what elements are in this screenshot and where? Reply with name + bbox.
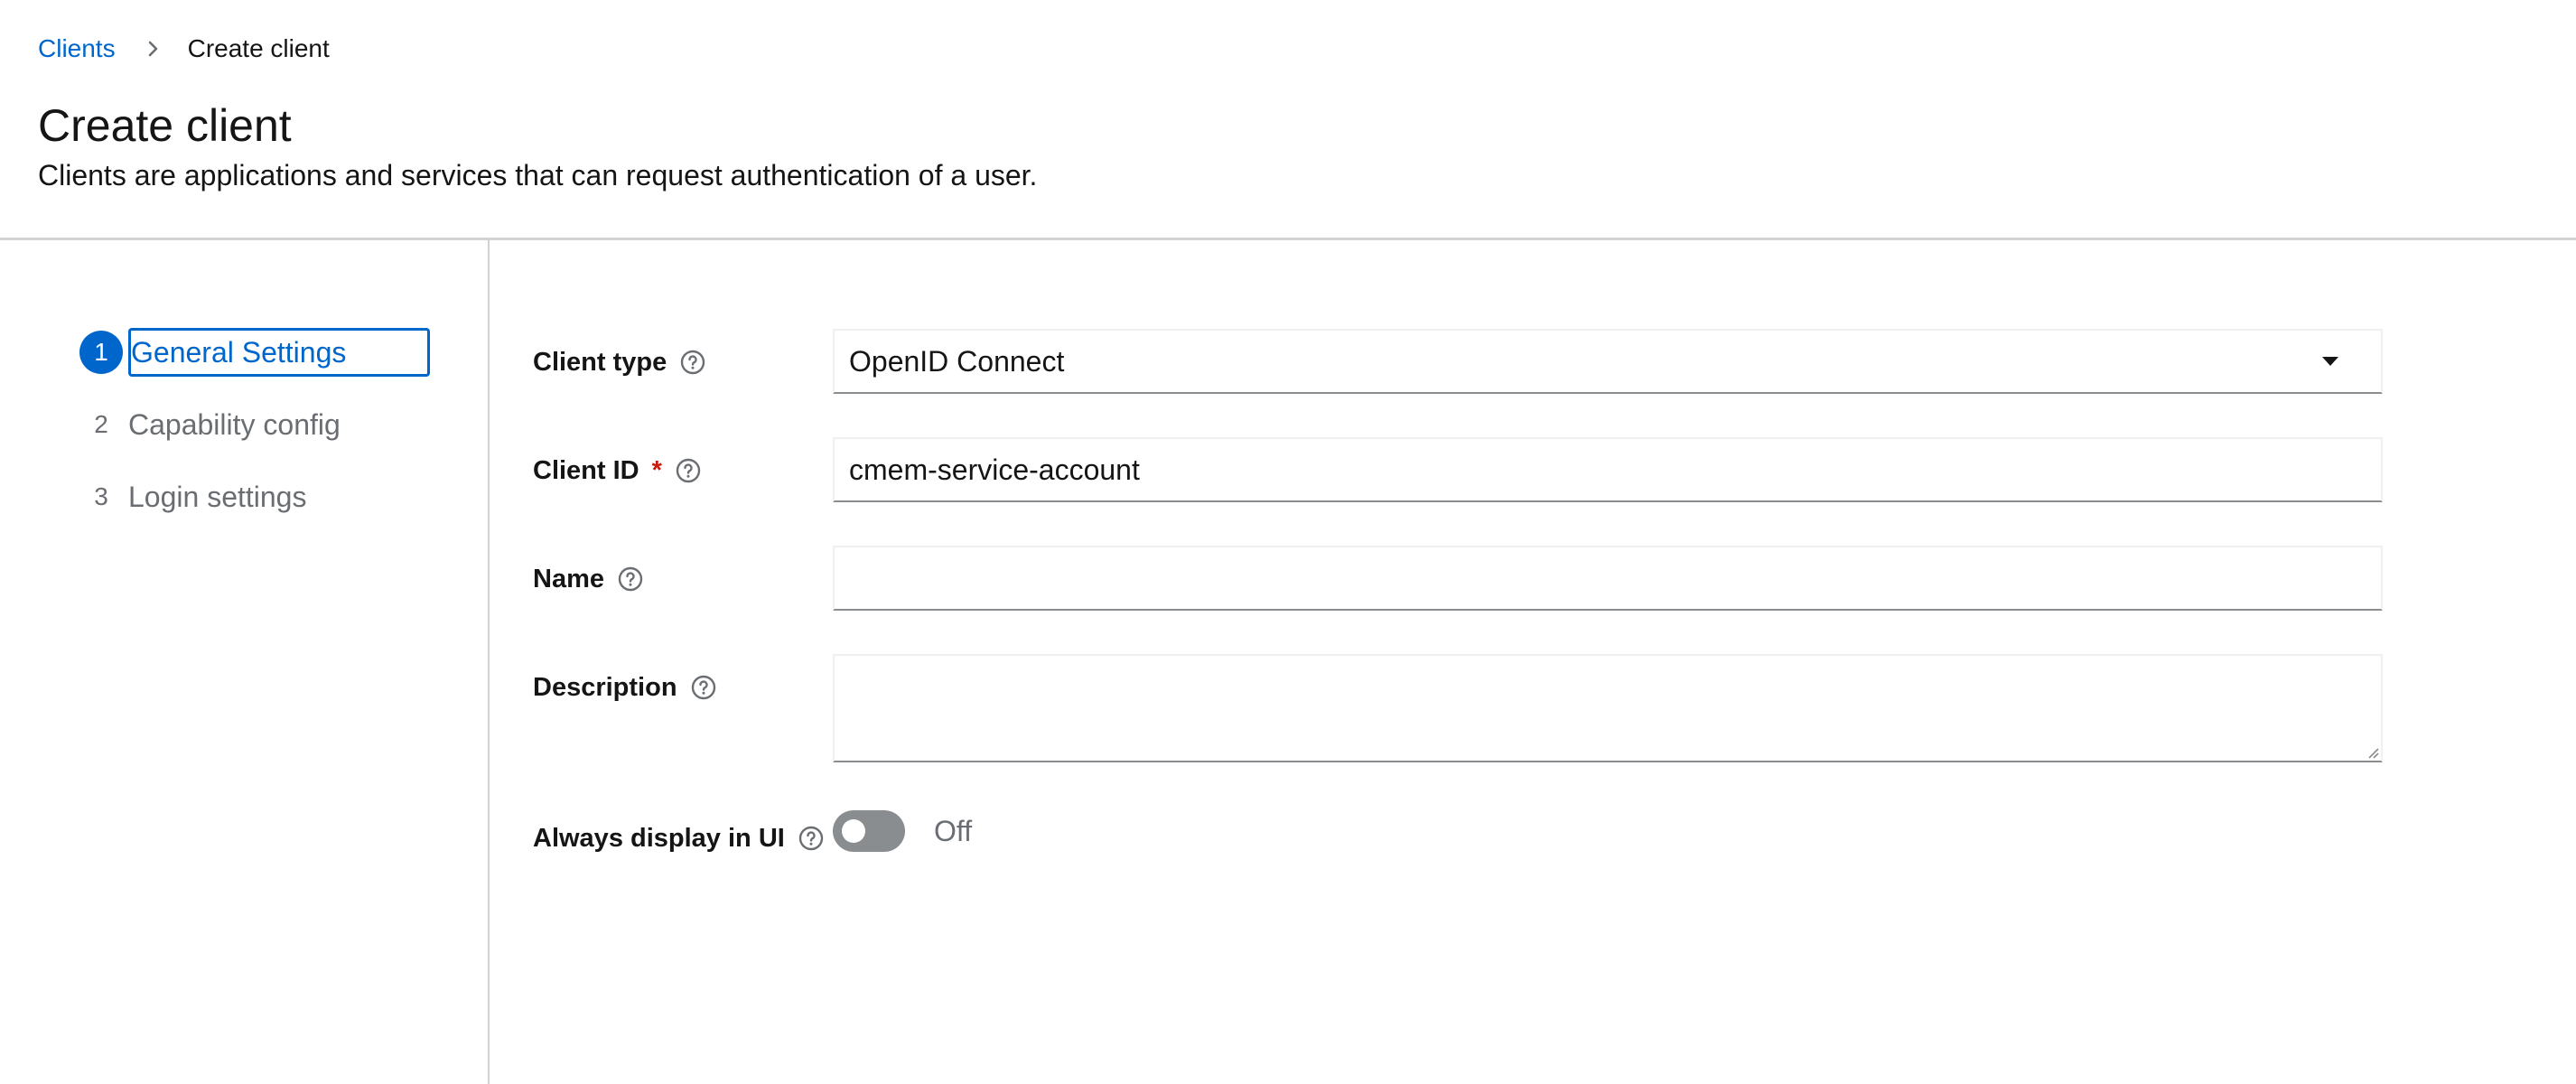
client-id-label: Client ID * <box>533 451 702 491</box>
question-circle-icon[interactable] <box>617 565 644 593</box>
always-display-label-text: Always display in UI <box>533 823 785 853</box>
resize-handle-icon[interactable] <box>2365 744 2379 759</box>
page-description: Clients are applications and services th… <box>38 159 1038 192</box>
toggle-state-text: Off <box>934 814 973 847</box>
chevron-right-icon <box>139 35 166 62</box>
general-settings-form: Client type OpenID Connect Client ID * N… <box>533 240 2385 1084</box>
client-type-value: OpenID Connect <box>849 344 1065 378</box>
wizard-step-label: Login settings <box>128 480 307 513</box>
description-textarea[interactable] <box>835 656 2381 761</box>
wizard-step-capability-config[interactable]: 2 Capability config <box>79 399 346 450</box>
description-field[interactable] <box>833 654 2383 762</box>
question-circle-icon[interactable] <box>679 349 706 376</box>
required-marker: * <box>651 455 662 485</box>
client-id-field[interactable] <box>833 437 2383 502</box>
client-type-label: Client type <box>533 342 706 382</box>
breadcrumb-current: Create client <box>187 34 330 62</box>
name-field[interactable] <box>833 546 2383 611</box>
always-display-toggle[interactable] <box>833 810 905 852</box>
description-label: Description <box>533 668 717 707</box>
breadcrumb: Clients Create client <box>38 31 330 67</box>
wizard-nav: 1 General Settings 2 Capability config 3… <box>0 240 490 1084</box>
question-circle-icon[interactable] <box>690 674 717 701</box>
client-type-select[interactable]: OpenID Connect <box>833 329 2383 394</box>
toggle-knob <box>842 819 865 843</box>
wizard-step-label: General Settings <box>128 328 431 377</box>
wizard-step-general-settings[interactable]: 1 General Settings <box>79 327 431 378</box>
name-label-text: Name <box>533 564 604 593</box>
question-circle-icon[interactable] <box>798 825 825 852</box>
client-type-label-text: Client type <box>533 347 667 377</box>
name-input[interactable] <box>849 561 2366 595</box>
step-number-badge: 1 <box>79 331 123 374</box>
always-display-switch-row: Off <box>833 808 972 855</box>
description-label-text: Description <box>533 672 677 702</box>
client-id-label-text: Client ID <box>533 455 639 485</box>
step-number: 3 <box>94 482 108 510</box>
question-circle-icon[interactable] <box>675 457 702 484</box>
breadcrumb-link-clients[interactable]: Clients <box>38 34 116 63</box>
wizard-step-login-settings[interactable]: 3 Login settings <box>79 472 312 522</box>
page-header: Clients Create client Create client Clie… <box>0 0 2576 240</box>
always-display-label: Always display in UI <box>533 818 825 858</box>
page-title: Create client <box>38 100 292 151</box>
caret-down-icon <box>2319 350 2341 372</box>
client-id-input[interactable] <box>849 453 2366 487</box>
name-label: Name <box>533 559 644 599</box>
wizard-step-label: Capability config <box>128 407 341 441</box>
step-number: 2 <box>94 410 108 438</box>
